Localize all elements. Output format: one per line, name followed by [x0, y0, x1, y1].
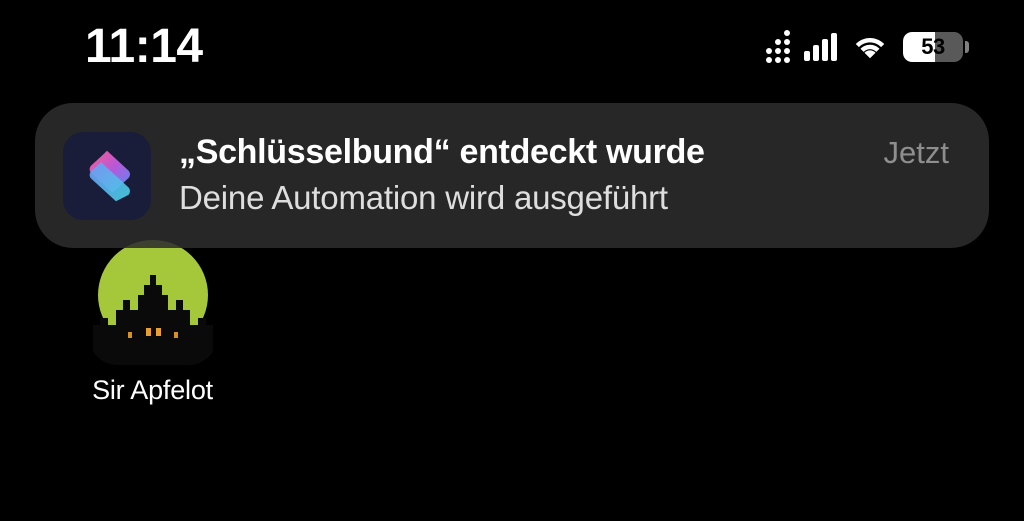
- battery-icon: 53: [903, 32, 969, 62]
- wifi-icon: [851, 29, 889, 64]
- notification-content: „Schlüsselbund“ entdeckt wurde Deine Aut…: [179, 131, 856, 220]
- notification-title: „Schlüsselbund“ entdeckt wurde: [179, 131, 856, 174]
- signal-dual-icon: [766, 30, 790, 63]
- status-time: 11:14: [85, 19, 203, 74]
- notification-banner[interactable]: „Schlüsselbund“ entdeckt wurde Deine Aut…: [35, 103, 989, 248]
- home-app-sir-apfelot[interactable]: Sir Apfelot: [80, 235, 225, 406]
- sir-apfelot-icon: [88, 235, 218, 365]
- notification-timestamp: Jetzt: [884, 135, 949, 171]
- notification-subtitle: Deine Automation wird ausgeführt: [179, 176, 856, 221]
- home-app-label: Sir Apfelot: [80, 375, 225, 406]
- status-icons: 53: [766, 29, 969, 64]
- status-bar: 11:14 53: [0, 0, 1024, 85]
- signal-strength-icon: [804, 33, 837, 61]
- shortcuts-app-icon: [63, 132, 151, 220]
- battery-percent: 53: [903, 34, 963, 60]
